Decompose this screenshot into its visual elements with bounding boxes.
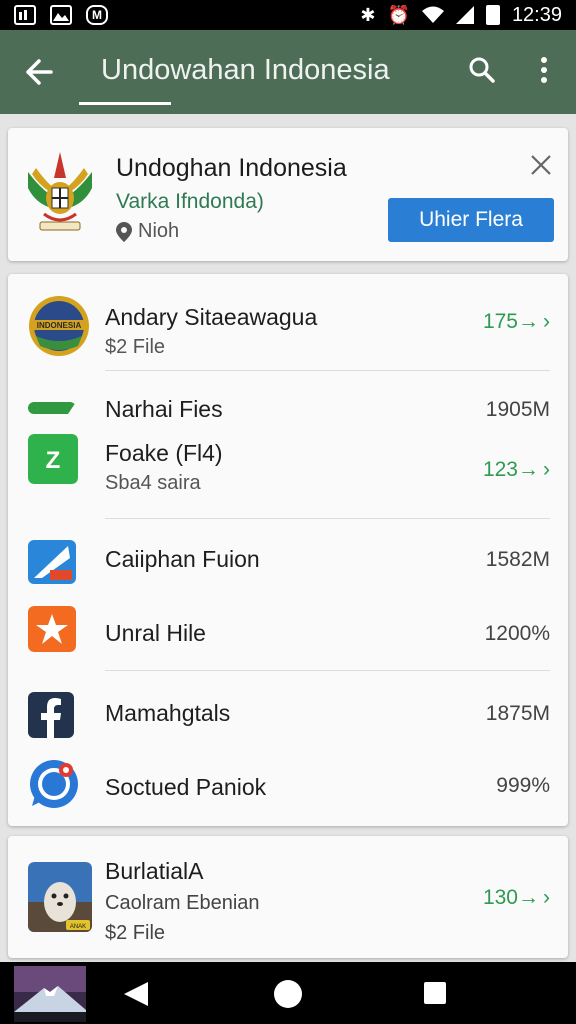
app-title: Undowahan Indonesia (101, 54, 390, 86)
gmail-icon: M (86, 5, 108, 25)
featured-item-card[interactable]: ANAK BurlatialA Caolram Ebenian $2 File … (8, 836, 568, 958)
header-title: Undoghan Indonesia (116, 154, 347, 182)
tab-indicator (79, 102, 171, 105)
featured-value-link[interactable]: 130→ › (483, 886, 550, 910)
search-icon (469, 57, 495, 83)
featured-meta: $2 File (105, 922, 166, 944)
nav-back-icon[interactable] (120, 978, 152, 1010)
green-stripe-icon (28, 402, 76, 414)
chat-bubble-icon (30, 760, 78, 808)
signal-icon (455, 6, 474, 24)
list-item-value: 1200% (484, 622, 550, 645)
divider (105, 518, 550, 519)
star-app-icon (28, 606, 76, 652)
list-item-subtitle: Sba4 saira (105, 472, 201, 494)
indonesia-badge-icon: INDONESIA (29, 296, 89, 356)
divider (105, 670, 550, 671)
animal-thumbnail-icon: ANAK (28, 862, 92, 932)
list-item-title: Unral Hile (105, 620, 206, 646)
location-label: Nioh (138, 220, 180, 242)
location-pin-icon (116, 221, 132, 242)
featured-value: 130→ (482, 886, 539, 909)
divider (105, 370, 550, 371)
image-icon (14, 5, 36, 25)
svg-text:Z: Z (46, 447, 61, 474)
nav-home-icon[interactable] (274, 980, 302, 1008)
thumbnail-badge: ANAK (70, 924, 86, 930)
mountain-thumbnail-icon[interactable] (14, 966, 86, 1022)
chevron-right-icon: › (543, 886, 550, 909)
wifi-icon (421, 6, 444, 23)
z-app-icon: Z (28, 434, 78, 484)
list-item-value-link[interactable]: 123→ › (483, 458, 550, 482)
header-subtitle: Varka Ifndonda) (116, 190, 264, 213)
navigation-bar (0, 962, 576, 1024)
header-location: Nioh (116, 220, 179, 243)
list-item-title: Foake (Fl4) (105, 440, 223, 466)
gallery-icon (50, 5, 72, 25)
facebook-icon (28, 692, 74, 738)
close-icon (531, 155, 551, 175)
list-item-title: Andary Sitaeawagua (105, 304, 318, 330)
back-button[interactable] (0, 30, 78, 114)
list-item-title: Mamahgtals (105, 700, 231, 726)
alarm-icon: ⏰ (387, 4, 410, 25)
list-item-value: 1582M (485, 548, 550, 571)
battery-icon (485, 5, 500, 25)
search-button[interactable] (460, 48, 504, 92)
bird-app-icon (28, 540, 76, 584)
chevron-right-icon: › (543, 458, 550, 481)
list-item-value: 1875M (485, 702, 550, 725)
featured-subtitle: Caolram Ebenian (105, 892, 260, 914)
app-bar: Undowahan Indonesia (0, 30, 576, 114)
list-item-title: Narhai Fies (105, 396, 223, 422)
badge-text: INDONESIA (37, 321, 82, 330)
primary-action-button[interactable]: Uhier Flera (388, 198, 554, 242)
nav-recents-icon[interactable] (424, 982, 446, 1004)
featured-title: BurlatialA (105, 858, 204, 884)
list-item-title: Caiiphan Fuion (105, 546, 260, 572)
status-bar: M ✱ ⏰ 12:39 (0, 0, 576, 30)
list-item-value: 123→ (482, 458, 539, 481)
header-card: Undoghan Indonesia Varka Ifndonda) Nioh … (8, 128, 568, 261)
chevron-right-icon: › (543, 310, 550, 333)
list-item-value: 1905M (485, 398, 550, 421)
garuda-emblem-icon (28, 152, 92, 231)
more-options-button[interactable] (524, 48, 564, 92)
list-item-value: 175→ (482, 310, 539, 333)
close-button[interactable] (526, 150, 556, 180)
list-item-title: Soctued Paniok (105, 774, 267, 800)
arrow-back-icon (26, 59, 53, 85)
more-vert-icon (541, 57, 547, 83)
list-item-value-link[interactable]: 175→ › (483, 310, 550, 334)
list-item-subtitle: $2 File (105, 336, 166, 358)
bluetooth-icon: ✱ (360, 4, 376, 25)
clock: 12:39 (511, 3, 562, 26)
list-item-value: 999% (496, 774, 550, 797)
file-list-card: INDONESIA Andary Sitaeawagua $2 File 175… (8, 274, 568, 826)
